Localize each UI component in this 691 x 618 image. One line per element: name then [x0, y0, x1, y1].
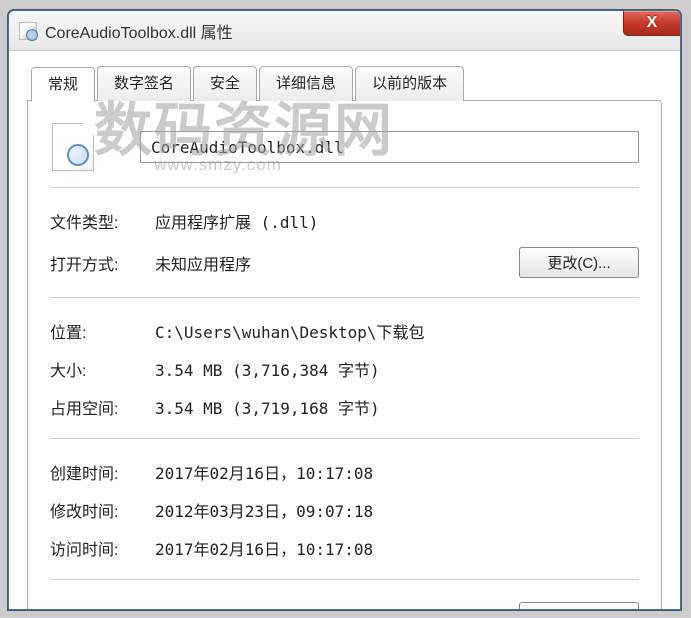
filename-row: [50, 123, 639, 171]
label-open-with: 打开方式:: [50, 251, 155, 275]
tab-details[interactable]: 详细信息: [259, 66, 353, 101]
row-modified: 修改时间: 2012年03月23日，09:07:18: [50, 491, 639, 529]
row-size-on-disk: 占用空间: 3.54 MB (3,719,168 字节): [50, 388, 639, 426]
row-accessed: 访问时间: 2017年02月16日，10:17:08: [50, 529, 639, 567]
titlebar: CoreAudioToolbox.dll 属性 X: [9, 11, 680, 51]
row-attributes: 属性: 只读(R) 隐藏(H) 高级(D)...: [50, 594, 639, 610]
row-file-type: 文件类型: 应用程序扩展 (.dll): [50, 202, 639, 240]
file-type-icon: [52, 123, 94, 171]
hidden-checkbox-wrap[interactable]: 隐藏(H): [287, 606, 363, 611]
row-size: 大小: 3.54 MB (3,716,384 字节): [50, 350, 639, 388]
hidden-checkbox[interactable]: [287, 610, 303, 611]
tab-digital-signature[interactable]: 数字签名: [97, 66, 191, 101]
value-size: 3.54 MB (3,716,384 字节): [155, 357, 639, 381]
label-location: 位置:: [50, 319, 155, 343]
general-panel: 文件类型: 应用程序扩展 (.dll) 打开方式: 未知应用程序 更改(C)..…: [27, 100, 662, 610]
tab-general[interactable]: 常规: [31, 67, 95, 102]
advanced-button[interactable]: 高级(D)...: [519, 602, 639, 610]
label-file-type: 文件类型:: [50, 209, 155, 233]
value-open-with: 未知应用程序: [155, 251, 519, 275]
window-title: CoreAudioToolbox.dll 属性: [45, 19, 233, 43]
label-modified: 修改时间:: [50, 498, 155, 522]
row-created: 创建时间: 2017年02月16日，10:17:08: [50, 453, 639, 491]
tab-strip: 常规 数字签名 安全 详细信息 以前的版本: [27, 65, 662, 100]
dll-file-icon: [19, 22, 37, 40]
value-created: 2017年02月16日，10:17:08: [155, 460, 639, 484]
separator: [50, 438, 639, 439]
readonly-checkbox-wrap[interactable]: 只读(R): [173, 606, 249, 611]
value-location: C:\Users\wuhan\Desktop\下载包: [155, 319, 639, 343]
separator: [50, 579, 639, 580]
row-location: 位置: C:\Users\wuhan\Desktop\下载包: [50, 312, 639, 350]
value-modified: 2012年03月23日，09:07:18: [155, 498, 639, 522]
label-attributes: 属性:: [50, 606, 155, 611]
label-size: 大小:: [50, 357, 155, 381]
label-created: 创建时间:: [50, 460, 155, 484]
label-accessed: 访问时间:: [50, 536, 155, 560]
change-button[interactable]: 更改(C)...: [519, 247, 639, 278]
value-file-type: 应用程序扩展 (.dll): [155, 209, 639, 233]
tab-security[interactable]: 安全: [193, 66, 257, 101]
client-area: 数码资源网 www.smzy.com 常规 数字签名 安全 详细信息 以前的版本…: [9, 51, 680, 609]
hidden-label: 隐藏(H): [309, 606, 363, 611]
separator: [50, 187, 639, 188]
label-size-on-disk: 占用空间:: [50, 395, 155, 419]
filename-input[interactable]: [140, 131, 639, 163]
readonly-checkbox[interactable]: [173, 610, 189, 611]
close-button[interactable]: X: [623, 10, 681, 36]
readonly-label: 只读(R): [195, 606, 249, 611]
close-icon: X: [647, 14, 658, 32]
separator: [50, 297, 639, 298]
properties-window: CoreAudioToolbox.dll 属性 X 数码资源网 www.smzy…: [8, 10, 681, 610]
value-size-on-disk: 3.54 MB (3,719,168 字节): [155, 395, 639, 419]
row-open-with: 打开方式: 未知应用程序 更改(C)...: [50, 240, 639, 285]
tab-previous-versions[interactable]: 以前的版本: [355, 66, 464, 101]
value-accessed: 2017年02月16日，10:17:08: [155, 536, 639, 560]
